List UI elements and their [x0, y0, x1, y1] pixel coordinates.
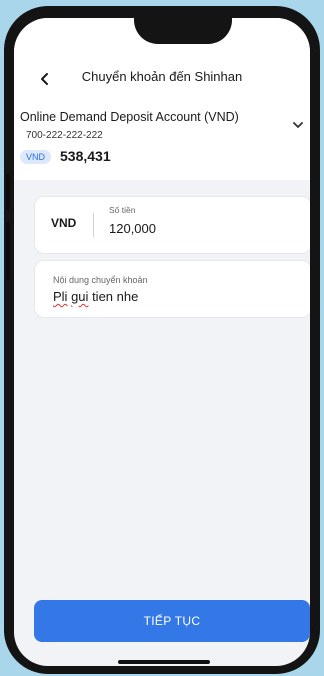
misspelled-word: gui — [71, 289, 89, 304]
page-title: Chuyển khoản đến Shinhan — [81, 69, 243, 84]
amount-label: Số tiền — [109, 205, 136, 215]
amount-field[interactable]: 120,000 — [109, 221, 156, 236]
transfer-note-card[interactable]: Nội dung chuyển khoản Pli gui tien nhe — [34, 260, 310, 318]
account-name: Online Demand Deposit Account (VND) — [20, 110, 239, 124]
home-indicator — [118, 660, 210, 664]
amount-input-card[interactable]: VND Số tiền 120,000 — [34, 196, 310, 254]
note-text: tien nhe — [92, 289, 139, 304]
currency-badge: VND — [20, 150, 52, 164]
transfer-note-label: Nội dung chuyển khoản — [53, 275, 148, 285]
app-screen: Chuyển khoản đến Shinhan Online Demand D… — [14, 18, 310, 666]
misspelled-word: Pli — [53, 289, 68, 304]
divider — [93, 213, 94, 237]
transfer-note-field[interactable]: Pli gui tien nhe — [53, 289, 138, 304]
phone-notch — [134, 18, 232, 44]
account-number: 700-222-222-222 — [26, 130, 103, 141]
chevron-down-icon — [293, 122, 303, 128]
account-expand-button[interactable] — [290, 118, 306, 132]
account-balance: 538,431 — [60, 148, 111, 164]
volume-up-button — [6, 174, 10, 210]
source-account-selector[interactable]: Online Demand Deposit Account (VND) 700-… — [14, 102, 310, 180]
amount-currency: VND — [51, 216, 77, 230]
volume-down-button — [6, 222, 10, 280]
continue-button[interactable]: TIẾP TỤC — [34, 600, 310, 642]
